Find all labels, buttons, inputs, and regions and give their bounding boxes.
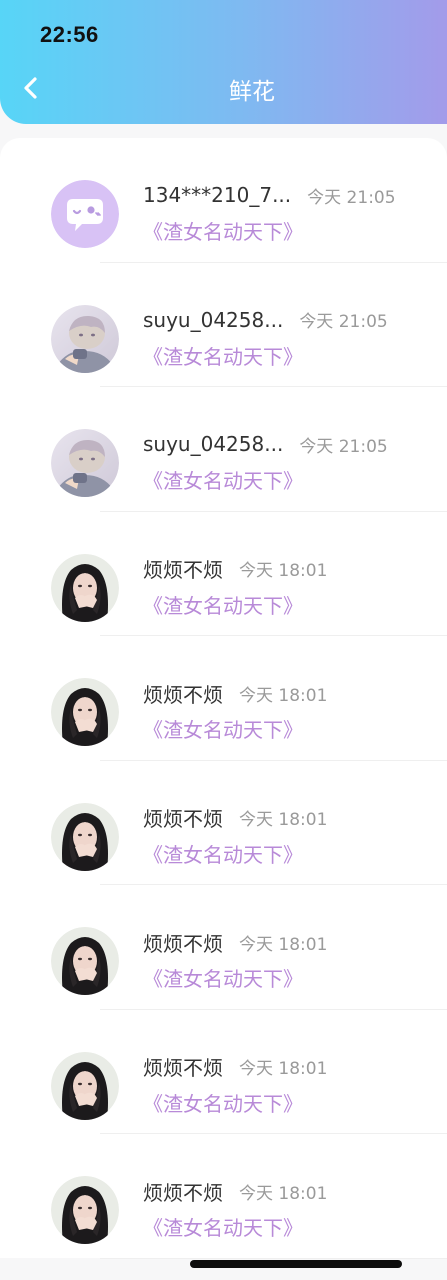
girl-photo-avatar[interactable] — [51, 678, 119, 746]
user-name: suyu_04258... — [143, 432, 284, 456]
girl-photo-avatar[interactable] — [51, 802, 119, 871]
user-name: suyu_04258... — [143, 307, 284, 332]
book-title-link[interactable]: 《渣女名动天下》 — [143, 590, 303, 619]
list-item[interactable]: 烦烦不烦 今天 18:01 《渣女名动天下》 — [0, 761, 447, 885]
timestamp: 今天 21:05 — [299, 436, 388, 457]
wechat-bubble-avatar[interactable] — [51, 180, 119, 248]
list-item[interactable]: 烦烦不烦 今天 18:01 《渣女名动天下》 — [0, 885, 447, 1010]
timestamp: 今天 18:01 — [239, 1183, 328, 1204]
timestamp: 今天 18:01 — [239, 561, 328, 581]
timestamp: 今天 18:01 — [239, 685, 328, 706]
timestamp: 今天 18:01 — [239, 1059, 328, 1079]
user-name: 烦烦不烦 — [143, 682, 223, 707]
name-time-line: suyu_04258... 今天 21:05 — [143, 306, 388, 334]
timestamp: 今天 18:01 — [239, 810, 328, 830]
timestamp: 今天 18:01 — [239, 934, 328, 955]
list-item[interactable]: 烦烦不烦 今天 18:01 《渣女名动天下》 — [0, 512, 447, 636]
anime-boy-avatar[interactable] — [51, 304, 119, 373]
row-divider — [100, 1257, 447, 1259]
girl-photo-avatar[interactable] — [51, 1176, 119, 1244]
girl-photo-avatar[interactable] — [51, 927, 119, 995]
book-title-link[interactable]: 《渣女名动天下》 — [143, 341, 303, 370]
list-item[interactable]: suyu_04258... 今天 21:05 《渣女名动天下》 — [0, 387, 447, 512]
name-time-line: 烦烦不烦 今天 18:01 — [143, 1177, 327, 1205]
book-title-link[interactable]: 《渣女名动天下》 — [143, 714, 303, 743]
name-time-line: 烦烦不烦 今天 18:01 — [143, 928, 327, 956]
book-title-link[interactable]: 《渣女名动天下》 — [143, 1088, 303, 1117]
flower-gift-list: 134***210_7... 今天 21:05 《渣女名动天下》 suyu_0425… — [0, 138, 447, 1259]
girl-photo-avatar[interactable] — [51, 553, 119, 622]
book-title-link[interactable]: 《渣女名动天下》 — [143, 216, 303, 245]
name-time-line: 烦烦不烦 今天 18:01 — [143, 1053, 327, 1081]
girl-photo-avatar[interactable] — [51, 1051, 119, 1120]
name-time-line: suyu_04258... 今天 21:05 — [143, 430, 388, 458]
user-name: 烦烦不烦 — [143, 1180, 223, 1205]
list-item[interactable]: suyu_04258... 今天 21:05 《渣女名动天下》 — [0, 263, 447, 387]
timestamp: 今天 21:05 — [299, 312, 388, 332]
book-title-link[interactable]: 《渣女名动天下》 — [143, 465, 303, 494]
status-bar-time: 22:56 — [40, 22, 99, 47]
list-item[interactable]: 烦烦不烦 今天 18:01 《渣女名动天下》 — [0, 1010, 447, 1134]
page-title: 鲜花 — [229, 79, 275, 105]
name-time-line: 134***210_7... 今天 21:05 — [143, 181, 396, 209]
book-title-link[interactable]: 《渣女名动天下》 — [143, 963, 303, 992]
list-item[interactable]: 烦烦不烦 今天 18:01 《渣女名动天下》 — [0, 636, 447, 761]
name-time-line: 烦烦不烦 今天 18:01 — [143, 804, 327, 832]
user-name: 烦烦不烦 — [143, 931, 223, 956]
user-name: 134***210_7... — [143, 183, 292, 207]
anime-boy-avatar[interactable] — [51, 429, 119, 497]
name-time-line: 烦烦不烦 今天 18:01 — [143, 679, 327, 707]
user-name: 烦烦不烦 — [143, 1056, 223, 1080]
name-time-line: 烦烦不烦 今天 18:01 — [143, 555, 327, 583]
header-bar: 22:56 鲜花 — [0, 0, 447, 124]
book-title-link[interactable]: 《渣女名动天下》 — [143, 839, 303, 868]
user-name: 烦烦不烦 — [143, 807, 223, 831]
book-title-link[interactable]: 《渣女名动天下》 — [143, 1212, 303, 1241]
user-name: 烦烦不烦 — [143, 558, 223, 582]
timestamp: 今天 21:05 — [307, 187, 396, 208]
home-indicator — [190, 1260, 402, 1268]
list-item[interactable]: 烦烦不烦 今天 18:01 《渣女名动天下》 — [0, 1134, 447, 1259]
list-item[interactable]: 134***210_7... 今天 21:05 《渣女名动天下》 — [0, 138, 447, 263]
